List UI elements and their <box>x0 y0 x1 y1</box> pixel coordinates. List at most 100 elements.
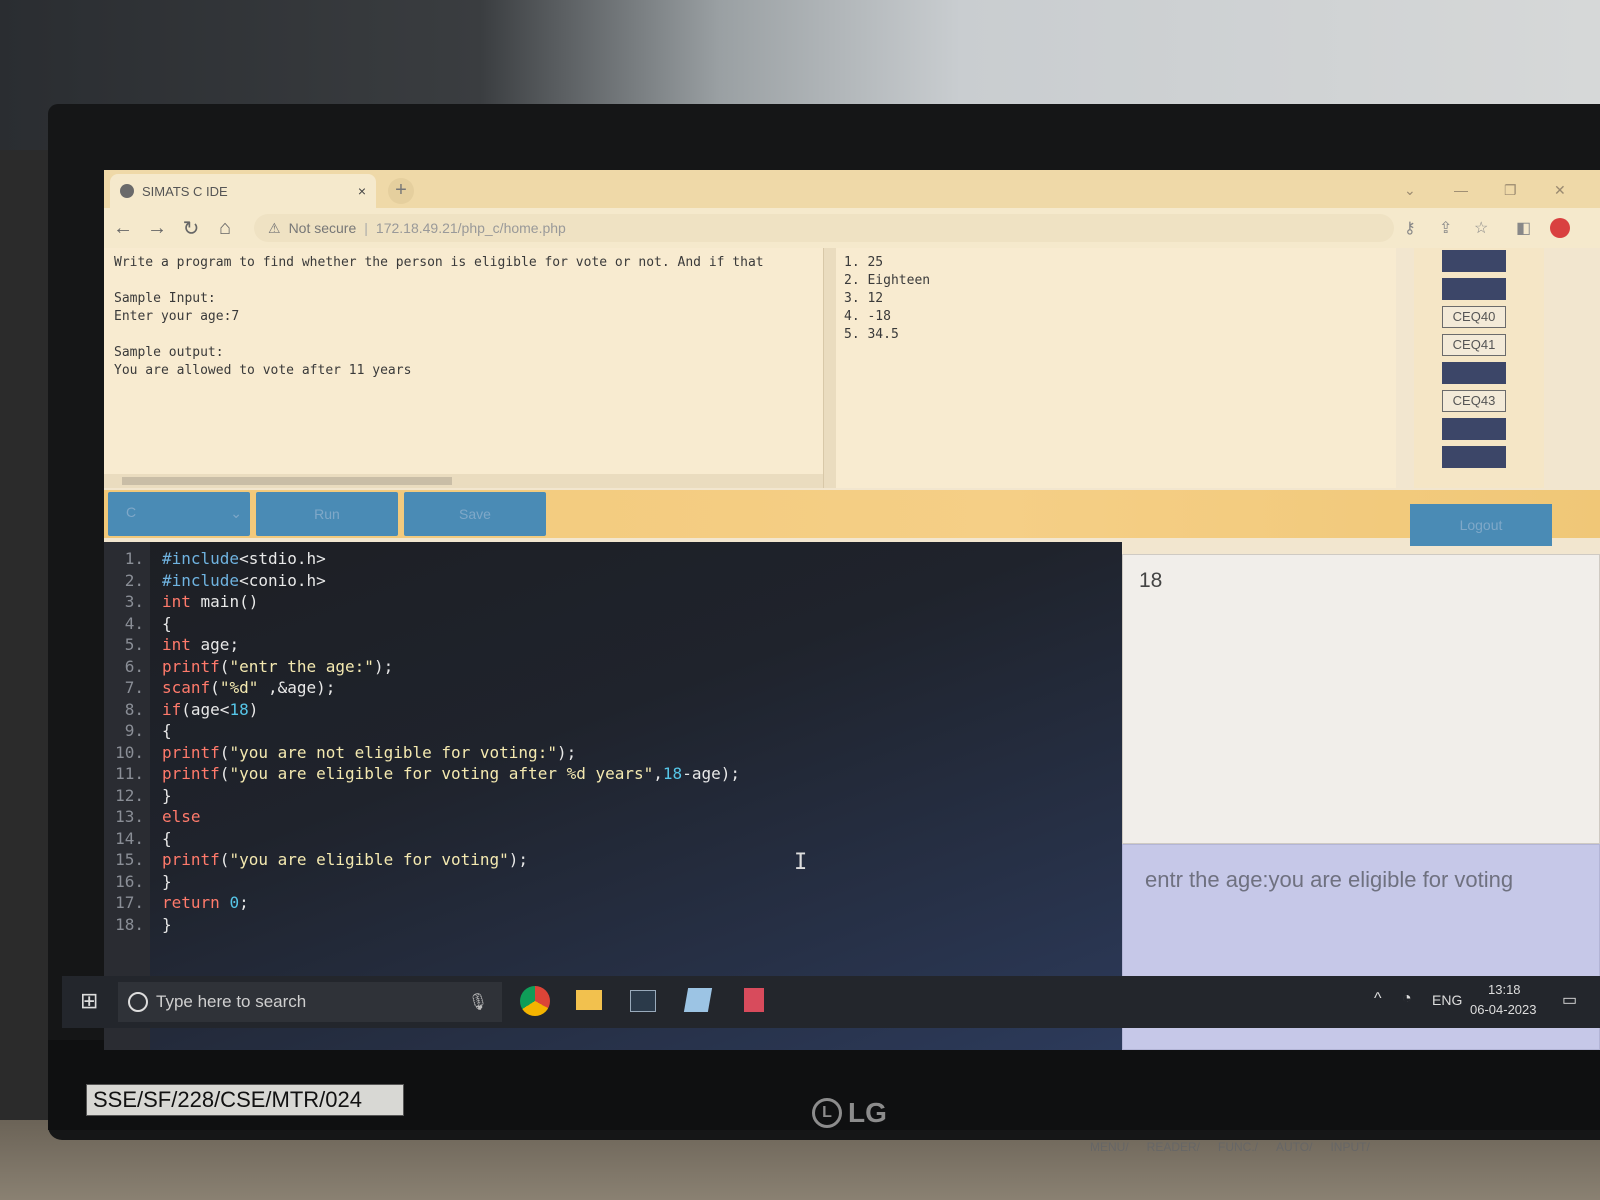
home-icon[interactable]: ⌂ <box>210 217 240 240</box>
code-line[interactable]: 5. int age; <box>104 634 740 656</box>
file-explorer-icon[interactable] <box>576 990 602 1010</box>
screen: SIMATS C IDE × + ⌄ — ❐ ✕ ← → ↻ ⌂ ⚠ Not s… <box>104 170 1600 1050</box>
key-icon[interactable]: ⚷ <box>1404 218 1416 238</box>
logout-button[interactable]: Logout <box>1410 504 1552 546</box>
code-line[interactable]: 17. return 0; <box>104 892 740 914</box>
monitor-button-label[interactable]: FUNC./ <box>1218 1140 1258 1154</box>
back-icon[interactable]: ← <box>108 217 138 240</box>
share-icon[interactable]: ⇪ <box>1439 218 1452 238</box>
monitor-button-label[interactable]: READER/ <box>1147 1140 1200 1154</box>
text-cursor-icon: I <box>794 850 808 875</box>
code-line[interactable]: 11. printf("you are eligible for voting a… <box>104 763 740 785</box>
output-text: entr the age:you are eligible for voting <box>1145 867 1514 892</box>
browser-toolbar: ← → ↻ ⌂ ⚠ Not secure | 172.18.49.21/php_… <box>104 208 1600 248</box>
question-button[interactable] <box>1442 250 1506 272</box>
code-line[interactable]: 6. printf("entr the age:"); <box>104 656 740 678</box>
code-line[interactable]: 18.} <box>104 914 740 936</box>
terminal-icon[interactable] <box>630 990 656 1012</box>
address-bar[interactable]: ⚠ Not secure | 172.18.49.21/php_c/home.p… <box>254 214 1394 242</box>
line-number: 13. <box>115 807 144 826</box>
stdin-input[interactable]: 18 <box>1122 554 1600 844</box>
line-number: 16. <box>115 871 144 891</box>
minimize-icon[interactable]: — <box>1454 182 1468 198</box>
code-line[interactable]: 2. #include<conio.h> <box>104 570 740 592</box>
monitor-button-label[interactable]: AUTO/ <box>1276 1140 1312 1154</box>
code-line[interactable]: 10. printf("you are not eligible for voti… <box>104 742 740 764</box>
question-button-ceq41[interactable]: CEQ41 <box>1442 334 1506 356</box>
warning-icon: ⚠ <box>268 219 281 236</box>
tab-search-icon[interactable]: ⌄ <box>1404 182 1416 199</box>
save-button[interactable]: Save <box>404 492 546 536</box>
question-button-ceq40[interactable]: CEQ40 <box>1442 306 1506 328</box>
question-vertical-scrollbar[interactable] <box>824 248 836 488</box>
question-button[interactable] <box>1442 278 1506 300</box>
stdin-value: 18 <box>1139 569 1163 592</box>
language-select[interactable]: C ⌄ <box>108 492 250 536</box>
code-text: int age; <box>162 635 240 654</box>
tab-title: SIMATS C IDE <box>142 183 228 199</box>
not-secure-label: Not secure <box>288 220 357 236</box>
code-text: printf("entr the age:"); <box>162 656 394 676</box>
star-icon[interactable]: ☆ <box>1474 218 1488 238</box>
code-text: int main() <box>162 592 259 611</box>
question-text: Write a program to find whether the pers… <box>114 255 764 378</box>
question-button[interactable] <box>1442 446 1506 468</box>
code-text: } <box>162 785 172 805</box>
testcase-item: 1. 25 <box>844 255 884 270</box>
line-number: 10. <box>115 742 144 762</box>
line-number: 14. <box>115 828 144 848</box>
line-number: 6. <box>124 656 144 676</box>
code-line[interactable]: 9. { <box>104 720 740 742</box>
code-line[interactable]: 14. { <box>104 828 740 850</box>
notepad-icon[interactable] <box>683 988 713 1012</box>
new-tab-button[interactable]: + <box>388 178 414 204</box>
code-line[interactable]: 15. printf("you are eligible for voting")… <box>104 849 740 871</box>
code-lines: 1. #include<stdio.h> 2. #include<conio.h> 3.… <box>104 548 740 935</box>
code-line[interactable]: 12.} <box>104 785 740 807</box>
code-line[interactable]: 7. scanf("%d" ,&age); <box>104 677 740 699</box>
question-selector: CEQ40 CEQ41 CEQ43 <box>1414 248 1544 488</box>
close-window-icon[interactable]: ✕ <box>1554 182 1566 199</box>
code-line[interactable]: 3. int main() <box>104 591 740 613</box>
microphone-icon[interactable]: 🎙 <box>468 992 488 1012</box>
code-line[interactable]: 8. if(age<18) <box>104 699 740 721</box>
app-icon[interactable] <box>744 988 764 1012</box>
question-horizontal-scrollbar[interactable] <box>104 474 823 488</box>
reload-icon[interactable]: ↻ <box>176 216 206 241</box>
code-line[interactable]: 13. else <box>104 806 740 828</box>
restore-icon[interactable]: ❐ <box>1504 182 1517 199</box>
action-bar: C ⌄ Run Save Logout <box>104 490 1600 546</box>
notifications-icon[interactable]: ▭ <box>1562 990 1577 1010</box>
run-button[interactable]: Run <box>256 492 398 536</box>
chrome-icon[interactable] <box>520 986 550 1016</box>
browser-tab[interactable]: SIMATS C IDE × <box>110 174 376 208</box>
monitor-button-label[interactable]: MENU/ <box>1090 1140 1129 1154</box>
monitor-button-label[interactable]: INPUT/ <box>1330 1140 1369 1154</box>
windows-start-icon[interactable]: ⊞ <box>80 988 98 1014</box>
question-button-ceq43[interactable]: CEQ43 <box>1442 390 1506 412</box>
browser-tabbar: SIMATS C IDE × + ⌄ — ❐ ✕ <box>104 170 1600 208</box>
clock-time[interactable]: 13:18 <box>1488 982 1521 997</box>
question-button[interactable] <box>1442 362 1506 384</box>
search-placeholder: Type here to search <box>156 992 307 1011</box>
windows-taskbar: ⊞ Type here to search 🎙 ^ ◔ ENG 13:18 06… <box>62 976 1600 1028</box>
clock-date[interactable]: 06-04-2023 <box>1470 1002 1537 1017</box>
ide-page: Write a program to find whether the pers… <box>104 248 1600 1050</box>
question-button[interactable] <box>1442 418 1506 440</box>
code-line[interactable]: 1. #include<stdio.h> <box>104 548 740 570</box>
code-editor[interactable]: 1. #include<stdio.h> 2. #include<conio.h> 3.… <box>104 542 1122 1050</box>
input-language[interactable]: ENG <box>1432 992 1462 1008</box>
favicon-icon <box>120 184 134 198</box>
forward-icon[interactable]: → <box>142 217 172 240</box>
code-line[interactable]: 16.} <box>104 871 740 893</box>
tab-close-icon[interactable]: × <box>358 183 366 199</box>
sidepanel-icon[interactable]: ◧ <box>1516 218 1531 238</box>
code-line[interactable]: 4. { <box>104 613 740 635</box>
line-number: 2. <box>124 570 144 590</box>
tray-chevron-icon[interactable]: ^ <box>1374 990 1382 1008</box>
line-number: 5. <box>124 635 144 654</box>
taskbar-search[interactable]: Type here to search 🎙 <box>118 982 502 1022</box>
monitor-brand-logo: L LG <box>812 1096 887 1130</box>
profile-avatar[interactable] <box>1550 218 1570 238</box>
wifi-icon[interactable]: ◔ <box>1402 990 1412 1008</box>
